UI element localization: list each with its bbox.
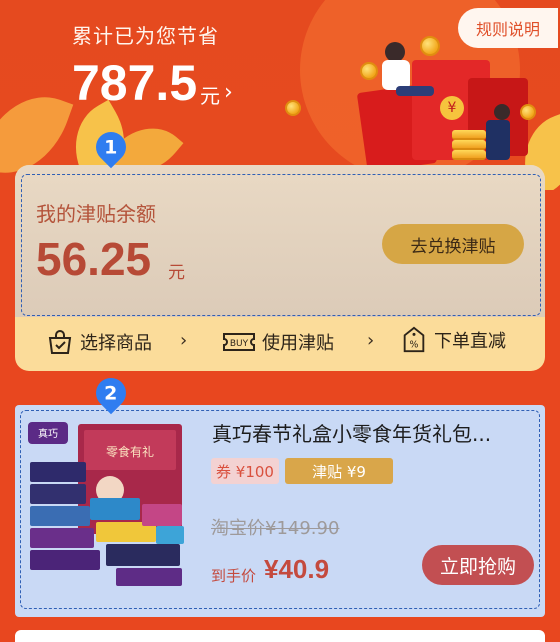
step-order-discount: % 下单直减 — [400, 326, 506, 354]
chevron-right-icon: › — [367, 330, 375, 351]
savings-unit: 元 — [200, 84, 220, 108]
shopping-bag-icon — [48, 330, 72, 354]
brand-logo: 真巧 — [38, 427, 58, 440]
buy-now-button[interactable]: 立即抢购 — [422, 545, 534, 585]
step-label: 下单直减 — [434, 331, 506, 352]
balance-title: 我的津贴余额 — [36, 202, 156, 226]
coin-stack-icon — [452, 140, 486, 150]
rules-button[interactable]: 规则说明 — [458, 8, 558, 48]
original-price: 淘宝价¥149.90 — [211, 518, 340, 539]
step-use-subsidy: BUY 使用津贴 — [222, 328, 334, 356]
balance-unit: 元 — [168, 263, 185, 283]
step-label: 使用津贴 — [262, 333, 334, 354]
coin-icon — [360, 62, 378, 80]
savings-label: 累计已为您节省 — [72, 24, 219, 48]
coin-icon — [420, 36, 440, 56]
savings-amount[interactable]: 787.5 — [72, 54, 197, 112]
coupon-tag: 券 ¥100 — [211, 458, 279, 484]
chevron-right-icon[interactable]: › — [224, 80, 233, 105]
coin-icon — [285, 100, 301, 116]
marker-number: 1 — [104, 136, 118, 159]
savings-header: ¥ 累计已为您节省 787.5 元 › 规则说明 — [0, 0, 560, 190]
coin-stack-icon — [452, 150, 486, 160]
person-icon — [396, 86, 434, 96]
product-image[interactable]: 零食有礼 真巧 — [26, 418, 186, 588]
person-icon — [494, 104, 510, 120]
step-select-product: 选择商品 — [46, 328, 152, 356]
balance-amount: 56.25 — [36, 233, 152, 285]
buy-ticket-icon: BUY — [223, 333, 255, 351]
svg-text:%: % — [410, 339, 419, 350]
subsidy-tag: 津贴 ¥9 — [285, 458, 393, 484]
discount-tag-icon: % — [403, 326, 425, 353]
marker-number: 2 — [104, 382, 118, 405]
redeem-subsidy-button[interactable]: 去兑换津贴 — [382, 224, 524, 264]
box-label: 零食有礼 — [106, 444, 154, 459]
coin-stack-icon — [452, 130, 486, 140]
final-price-label: 到手价 — [211, 567, 257, 585]
next-product-card[interactable] — [15, 630, 545, 642]
step-label: 选择商品 — [80, 333, 152, 354]
person-icon — [385, 42, 405, 62]
coin-icon — [520, 104, 536, 120]
final-price: ¥40.9 — [264, 554, 330, 584]
person-icon — [486, 120, 510, 160]
product-title[interactable]: 真巧春节礼盒小零食年货礼包... — [212, 418, 522, 447]
svg-text:BUY: BUY — [230, 339, 249, 349]
chevron-right-icon: › — [180, 330, 188, 351]
